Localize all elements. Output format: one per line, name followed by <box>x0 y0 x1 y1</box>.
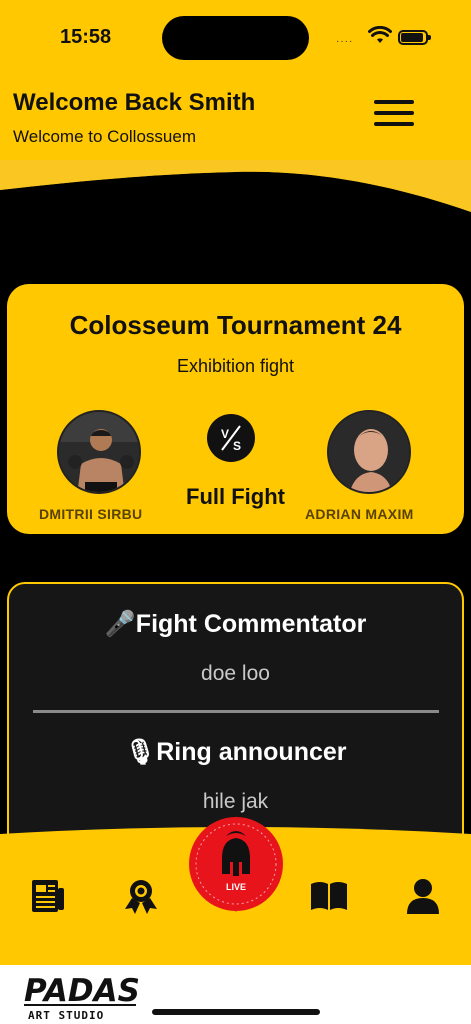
announcer-row: 🎙Ring announcer <box>9 738 462 767</box>
bottom-nav: LIVE <box>0 816 471 966</box>
tournament-card[interactable]: Colosseum Tournament 24 Exhibition fight… <box>7 284 464 534</box>
microphone-icon: 🎤 <box>104 610 136 638</box>
nav-rankings[interactable] <box>121 876 161 916</box>
divider <box>33 710 439 713</box>
left-fighter-avatar[interactable] <box>57 410 141 494</box>
nav-profile[interactable] <box>403 876 443 916</box>
nav-library[interactable] <box>309 876 349 916</box>
commentator-name: doe loo <box>201 662 270 685</box>
status-time: 15:58 <box>60 26 112 48</box>
badge-icon <box>125 880 157 914</box>
fight-type: Exhibition fight <box>176 356 295 376</box>
svg-text:V: V <box>221 427 229 441</box>
vs-badge: V S <box>207 414 255 462</box>
live-icon: LIVE <box>189 816 283 912</box>
commentator-row: 🎤Fight Commentator <box>9 610 462 639</box>
live-button[interactable]: LIVE <box>186 814 286 914</box>
app-header: 15:58 ···· Welcome Back Smith Welcome to… <box>0 0 471 162</box>
page-subtitle: Welcome to Collossuem <box>13 127 196 146</box>
news-icon <box>32 880 64 912</box>
book-icon <box>311 882 347 910</box>
page-title: Welcome Back Smith <box>13 89 256 116</box>
footer: PADAS ART STUDIO <box>0 965 471 1024</box>
signal-icon: ···· <box>336 36 354 47</box>
announcer-name: hile jak <box>202 790 269 813</box>
dynamic-island <box>162 16 309 60</box>
live-label: LIVE <box>226 882 246 892</box>
hamburger-menu-button[interactable] <box>374 100 418 134</box>
profile-icon <box>407 879 439 914</box>
svg-text:ART STUDIO: ART STUDIO <box>28 1009 104 1021</box>
home-indicator[interactable] <box>152 1009 320 1015</box>
menu-line <box>374 100 414 104</box>
studio-mic-icon: 🎙 <box>124 738 157 766</box>
padas-logo: PADAS ART STUDIO <box>24 973 140 1021</box>
right-fighter-name: ADRIAN MAXIM <box>305 506 414 522</box>
fighter-photo-icon <box>329 412 409 492</box>
svg-text:PADAS: PADAS <box>24 973 140 1009</box>
battery-icon <box>398 30 431 45</box>
tournament-title: Colosseum Tournament 24 <box>69 310 402 340</box>
commentator-role: Fight Commentator <box>135 610 367 638</box>
menu-line <box>374 122 414 126</box>
right-fighter-avatar[interactable] <box>327 410 411 494</box>
nav-news[interactable] <box>28 876 68 916</box>
menu-line <box>374 111 414 115</box>
header-curve <box>0 160 471 240</box>
announcer-role: Ring announcer <box>156 738 347 766</box>
versus-icon: V S <box>221 425 241 453</box>
fighter-photo-icon <box>59 412 139 492</box>
svg-text:S: S <box>233 439 241 453</box>
status-icons: ···· <box>336 26 436 50</box>
wifi-icon <box>368 26 392 43</box>
